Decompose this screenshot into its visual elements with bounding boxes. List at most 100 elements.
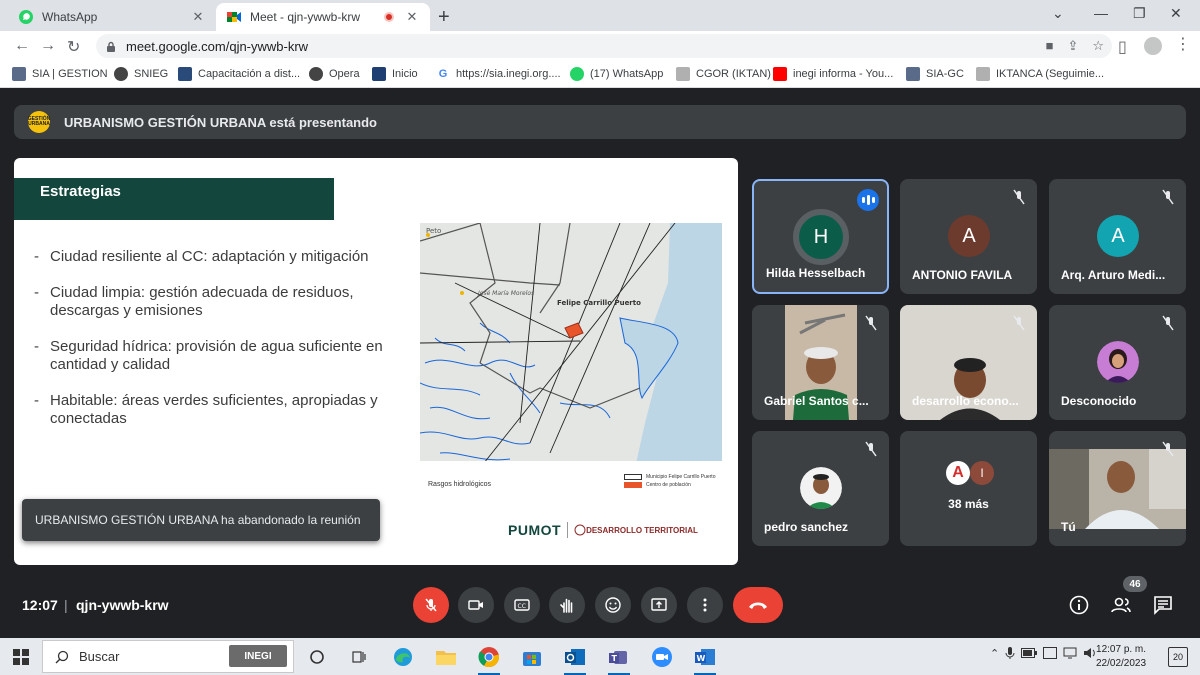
presenting-text: URBANISMO GESTIÓN URBANA está presentand…	[64, 114, 377, 130]
bookmark-inegi-informa[interactable]: inegi informa - You...	[773, 67, 893, 81]
participant-tile[interactable]: desarrollo econo...	[900, 305, 1037, 420]
notification-toast: URBANISMO GESTIÓN URBANA ha abandonado l…	[22, 499, 380, 541]
close-window-button[interactable]: ✕	[1170, 5, 1182, 22]
leave-call-button[interactable]	[733, 587, 783, 623]
edge-icon	[394, 648, 412, 666]
new-tab-button[interactable]: +	[438, 6, 450, 29]
widgets-button[interactable]	[344, 642, 374, 672]
url-text: meet.google.com/qjn-ywwb-krw	[126, 38, 309, 54]
taskbar-clock[interactable]: 12:07 p. m. 22/02/2023	[1096, 643, 1146, 671]
participant-tile[interactable]: A ANTONIO FAVILA	[900, 179, 1037, 294]
taskbar-file-explorer[interactable]	[431, 642, 461, 672]
task-view-button[interactable]	[302, 642, 332, 672]
taskbar-edge[interactable]	[388, 642, 418, 672]
avatar: A	[948, 215, 990, 257]
windows-taskbar: Buscar INEGI T W ⌃ 12:07 p. m. 22/02/202…	[0, 638, 1200, 675]
chevron-up-icon[interactable]: ⌃	[990, 647, 999, 660]
bookmark-cgor[interactable]: CGOR (IKTAN)	[676, 67, 771, 81]
share-icon[interactable]: ⇪	[1067, 38, 1078, 54]
chat-icon[interactable]	[1152, 594, 1174, 616]
reload-button[interactable]: ↻	[67, 37, 80, 57]
taskbar-zoom[interactable]	[647, 642, 677, 672]
outlook-icon	[565, 649, 585, 665]
self-video	[1049, 449, 1186, 529]
minimize-button[interactable]: —	[1094, 5, 1108, 21]
bookmark-iktanca[interactable]: IKTANCA (Seguimie...	[976, 67, 1104, 81]
bookmark-label: CGOR (IKTAN)	[696, 68, 771, 80]
windows-start-icon[interactable]	[13, 649, 29, 665]
legend-label: Municipio Felipe Carrillo Puerto	[646, 474, 716, 480]
taskbar-time: 12:07 p. m.	[1096, 644, 1147, 655]
bookmark-label: https://sia.inegi.org....	[456, 68, 561, 80]
more-participants-tile[interactable]: A I 38 más	[900, 431, 1037, 546]
lock-icon	[107, 41, 115, 52]
taskbar-word[interactable]: W	[690, 642, 720, 675]
bookmark-whatsapp[interactable]: (17) WhatsApp	[570, 67, 663, 81]
avatar	[1097, 341, 1139, 383]
back-button[interactable]: ←	[14, 37, 30, 55]
more-options-button[interactable]	[687, 587, 723, 623]
taskbar-search-box[interactable]: Buscar INEGI	[42, 640, 294, 673]
bookmark-capacitacion[interactable]: Capacitación a dist...	[178, 67, 300, 81]
browser-menu-icon[interactable]: ⋮	[1175, 34, 1191, 54]
microphone-icon[interactable]	[1005, 646, 1015, 660]
battery-icon[interactable]	[1021, 648, 1038, 658]
mic-off-icon	[865, 441, 877, 457]
taskbar-teams[interactable]: T	[604, 642, 634, 675]
microphone-toggle-button[interactable]	[413, 587, 449, 623]
taskbar-outlook[interactable]	[560, 642, 590, 675]
youtube-icon	[773, 67, 787, 81]
maximize-button[interactable]: ❐	[1133, 5, 1146, 22]
bookmark-sia-inegi[interactable]: Ghttps://sia.inegi.org....	[436, 67, 561, 81]
avatar: H	[793, 209, 849, 265]
hydrology-map: Peto José María Morelos Felipe Carrillo …	[420, 223, 722, 468]
captions-button[interactable]: CC	[504, 587, 540, 623]
side-panel-icon[interactable]: ▯	[1118, 37, 1127, 57]
bookmark-star-icon[interactable]: ☆	[1092, 38, 1104, 54]
bookmark-opera[interactable]: Opera	[309, 67, 360, 81]
raise-hand-button[interactable]	[549, 587, 585, 623]
participant-tile[interactable]: pedro sanchez	[752, 431, 889, 546]
meeting-info-icon[interactable]	[1068, 594, 1090, 616]
address-bar[interactable]: meet.google.com/qjn-ywwb-krw ■ ⇪ ☆	[96, 34, 1112, 58]
reactions-button[interactable]	[595, 587, 631, 623]
mic-off-icon	[1162, 441, 1174, 457]
bookmark-inicio[interactable]: Inicio	[372, 67, 418, 81]
participant-tile[interactable]: H Hilda Hesselbach	[752, 179, 889, 294]
legend-swatch	[624, 474, 642, 480]
tab-meet[interactable]: Meet - qjn-ywwb-krw ✕	[216, 3, 430, 31]
coat-of-arms-icon	[574, 524, 586, 536]
forward-button[interactable]: →	[40, 37, 56, 55]
participant-tile[interactable]: A Arq. Arturo Medi...	[1049, 179, 1186, 294]
bookmark-label: inegi informa - You...	[793, 68, 894, 80]
bookmark-sia-gc[interactable]: SIA-GC	[906, 67, 964, 81]
hand-icon	[560, 598, 573, 613]
bookmark-snieg[interactable]: SNIEG	[114, 67, 168, 81]
network-icon[interactable]	[1063, 647, 1077, 659]
notification-center-button[interactable]: 20	[1168, 647, 1188, 667]
self-view-tile[interactable]: Tú	[1049, 431, 1186, 546]
search-placeholder: Buscar	[79, 649, 120, 664]
camera-toggle-button[interactable]	[458, 587, 494, 623]
tab-whatsapp[interactable]: WhatsApp ✕	[8, 3, 216, 31]
close-tab-icon[interactable]: ✕	[404, 9, 420, 25]
bookmark-sia-gestion[interactable]: SIA | GESTION	[12, 67, 108, 81]
bookmarks-bar: SIA | GESTION SNIEG Capacitación a dist.…	[0, 61, 1200, 88]
participant-tile[interactable]: Gabriel Santos c...	[752, 305, 889, 420]
tab-search-icon[interactable]: ⌄	[1052, 5, 1064, 22]
close-tab-icon[interactable]: ✕	[190, 9, 206, 25]
participant-tile[interactable]: Desconocido	[1049, 305, 1186, 420]
profile-avatar[interactable]	[1144, 37, 1162, 55]
language-icon[interactable]	[1043, 647, 1058, 659]
present-screen-button[interactable]	[641, 587, 677, 623]
svg-text:W: W	[697, 654, 706, 663]
recording-indicator-icon	[384, 12, 394, 22]
people-icon[interactable]	[1110, 594, 1132, 616]
legend-label: Centro de población	[646, 482, 691, 488]
taskbar-store[interactable]	[517, 642, 547, 672]
browser-toolbar: ← → ↻ meet.google.com/qjn-ywwb-krw ■ ⇪ ☆…	[0, 31, 1200, 61]
mic-off-icon	[1013, 315, 1025, 331]
taskbar-chrome[interactable]	[474, 642, 504, 675]
bookmark-icon	[976, 67, 990, 81]
camera-permission-icon[interactable]: ■	[1046, 38, 1054, 54]
